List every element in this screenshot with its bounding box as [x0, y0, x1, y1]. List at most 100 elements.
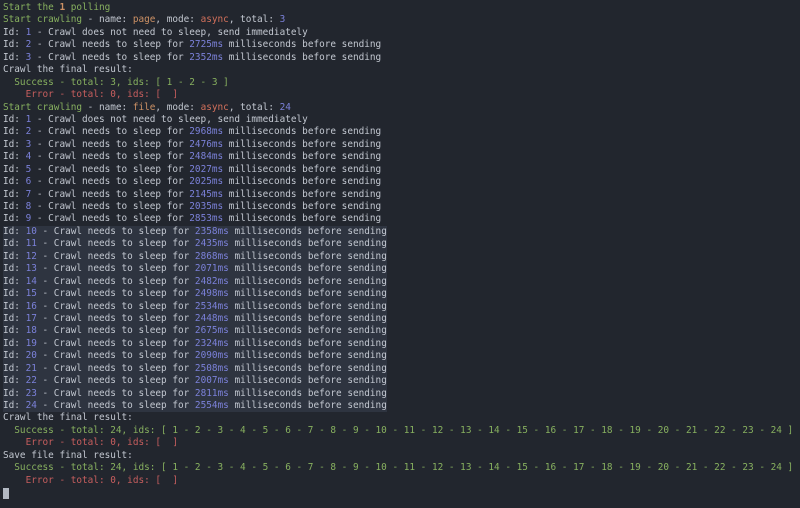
terminal-text-segment: - Crawl needs to sleep for [36, 325, 195, 337]
terminal-text-segment: milliseconds before sending [228, 300, 387, 312]
terminal-text-segment: milliseconds before sending [228, 400, 387, 411]
terminal-text-segment: Id: [3, 51, 26, 63]
terminal-line: Id: 7 - Crawl needs to sleep for 2145ms … [3, 189, 800, 201]
terminal-text-segment: 12 [25, 250, 37, 262]
terminal-text-segment: Id: [3, 188, 26, 200]
terminal-text-segment: milliseconds before sending [223, 163, 382, 175]
terminal-text-segment: - Crawl needs to sleep for [31, 176, 190, 188]
terminal-line-text-selected: Id: 17 - Crawl needs to sleep for 2448ms… [3, 312, 387, 326]
terminal-line-text-selected: Id: 18 - Crawl needs to sleep for 2675ms… [3, 325, 387, 338]
terminal-line: Id: 8 - Crawl needs to sleep for 2035ms … [3, 201, 800, 213]
terminal-text-segment: 22 [25, 375, 37, 387]
terminal-line-text-selected: Id: 12 - Crawl needs to sleep for 2868ms… [3, 250, 387, 264]
terminal-text-segment: milliseconds before sending [228, 263, 387, 275]
terminal-text-segment: async [200, 14, 229, 26]
terminal-text-segment: Id: [3, 400, 26, 411]
terminal-text-segment: 10 [25, 225, 37, 237]
terminal-output[interactable]: Start the 1 polling Start crawling - name… [0, 0, 800, 508]
terminal-line-text: Save file final result: [3, 450, 133, 462]
terminal-text-segment: Error - total: 0, ids: [ ] [3, 474, 178, 486]
terminal-text-segment: - Crawl needs to sleep for [36, 238, 195, 250]
terminal-text-segment: 2027ms [189, 163, 224, 175]
terminal-text-segment: 2358ms [194, 225, 229, 237]
terminal-text-segment: milliseconds before sending [228, 375, 387, 387]
terminal-text-segment: milliseconds before sending [228, 387, 387, 399]
terminal-text-segment: 13 [25, 263, 37, 275]
terminal-text-segment: 11 [25, 238, 37, 250]
terminal-line: Id: 2 - Crawl needs to sleep for 2725ms … [3, 39, 800, 51]
terminal-text-segment: 2324ms [194, 337, 229, 349]
terminal-text-segment: - Crawl needs to sleep for [31, 138, 190, 150]
terminal-text-segment: Crawl the final result: [3, 412, 133, 424]
terminal-line-text: Id: 1 - Crawl does not need to sleep, se… [3, 27, 308, 39]
terminal-text-segment: - Crawl needs to sleep for [36, 400, 195, 411]
terminal-text-segment: 2868ms [194, 250, 229, 262]
terminal-line-text: Id: 8 - Crawl needs to sleep for 2035ms … [3, 201, 381, 213]
terminal-line-text-selected: Id: 13 - Crawl needs to sleep for 2071ms… [3, 263, 387, 276]
terminal-line: Id: 5 - Crawl needs to sleep for 2027ms … [3, 164, 800, 176]
terminal-line-text: Id: 3 - Crawl needs to sleep for 2476ms … [3, 139, 381, 151]
terminal-line: Error - total: 0, ids: [ ] [3, 475, 800, 487]
terminal-text-segment: 2090ms [194, 350, 229, 362]
terminal-text-segment: Id: [3, 337, 26, 349]
terminal-text-segment: - Crawl needs to sleep for [36, 375, 195, 387]
terminal-text-segment: Start crawling [3, 14, 83, 26]
terminal-text-segment: 2554ms [194, 400, 229, 411]
terminal-text-segment: milliseconds before sending [228, 225, 387, 237]
terminal-text-segment: - Crawl needs to sleep for [31, 126, 190, 138]
terminal-text-segment: Error - total: 0, ids: [ ] [3, 437, 178, 449]
terminal-text-segment: Success - total: 24, ids: [ 1 - 2 - 3 - … [3, 462, 794, 474]
terminal-text-segment: - Crawl needs to sleep for [36, 387, 195, 399]
terminal-text-segment: 15 [25, 288, 37, 300]
terminal-text-segment: , mode: [155, 101, 201, 113]
terminal-text-segment: Id: [3, 126, 26, 138]
terminal-text-segment: - name: [82, 14, 133, 26]
terminal-text-segment: Save file final result: [3, 449, 133, 461]
terminal-text-segment: 24 [25, 400, 37, 411]
terminal-text-segment: , total: [228, 101, 280, 113]
terminal-text-segment: milliseconds before sending [223, 201, 382, 212]
terminal-text-segment: milliseconds before sending [223, 176, 382, 188]
terminal-line-text-selected: Id: 24 - Crawl needs to sleep for 2554ms… [3, 400, 387, 413]
terminal-text-segment: 2484ms [189, 151, 224, 163]
terminal-text-segment: 2352ms [189, 51, 224, 63]
terminal-text-segment: milliseconds before sending [223, 151, 382, 163]
terminal-line: Id: 19 - Crawl needs to sleep for 2324ms… [3, 337, 800, 351]
terminal-line: Success - total: 24, ids: [ 1 - 2 - 3 - … [3, 462, 800, 474]
terminal-text-segment: 23 [25, 387, 37, 399]
terminal-text-segment: - Crawl needs to sleep for [36, 337, 195, 349]
terminal-text-segment: Id: [3, 163, 26, 175]
terminal-line: Id: 1 - Crawl does not need to sleep, se… [3, 114, 800, 126]
terminal-line: Start crawling - name: page, mode: async… [3, 14, 800, 26]
terminal-text-segment: Id: [3, 387, 26, 399]
terminal-line: Error - total: 0, ids: [ ] [3, 89, 800, 101]
terminal-line: Id: 3 - Crawl needs to sleep for 2476ms … [3, 139, 800, 151]
terminal-line: Id: 24 - Crawl needs to sleep for 2554ms… [3, 400, 800, 413]
terminal-line: Id: 2 - Crawl needs to sleep for 2968ms … [3, 126, 800, 138]
terminal-text-segment: milliseconds before sending [223, 51, 382, 63]
terminal-line-text: Success - total: 24, ids: [ 1 - 2 - 3 - … [3, 425, 793, 437]
terminal-line-text: Success - total: 24, ids: [ 1 - 2 - 3 - … [3, 462, 793, 474]
terminal-line-text: Start crawling - name: page, mode: async… [3, 14, 285, 26]
terminal-text-segment: Start crawling [3, 101, 83, 113]
terminal-line-text-selected: Id: 15 - Crawl needs to sleep for 2498ms… [3, 288, 387, 301]
terminal-text-segment: - Crawl needs to sleep for [36, 312, 195, 324]
terminal-text-segment: 2476ms [189, 138, 224, 150]
terminal-text-segment: milliseconds before sending [228, 350, 387, 362]
terminal-line-text-selected: Id: 19 - Crawl needs to sleep for 2324ms… [3, 337, 387, 351]
terminal-text-segment: 20 [25, 350, 37, 362]
terminal-line: Id: 16 - Crawl needs to sleep for 2534ms… [3, 300, 800, 313]
terminal-text-segment: milliseconds before sending [228, 275, 387, 287]
terminal-line-text: Id: 2 - Crawl needs to sleep for 2725ms … [3, 39, 381, 51]
terminal-line-text: Id: 6 - Crawl needs to sleep for 2025ms … [3, 176, 381, 188]
terminal-line: Id: 13 - Crawl needs to sleep for 2071ms… [3, 263, 800, 276]
terminal-text-segment: - Crawl needs to sleep for [36, 225, 195, 237]
terminal-text-segment: Id: [3, 362, 26, 374]
terminal-text-segment: Id: [3, 312, 26, 324]
terminal-line-text-selected: Id: 23 - Crawl needs to sleep for 2811ms… [3, 387, 387, 401]
terminal-line: Id: 15 - Crawl needs to sleep for 2498ms… [3, 288, 800, 301]
terminal-text-segment: milliseconds before sending [223, 39, 382, 51]
terminal-text-segment: 24 [279, 101, 291, 113]
terminal-text-segment: - Crawl needs to sleep for [31, 151, 190, 163]
terminal-text-segment: 2025ms [189, 176, 224, 188]
